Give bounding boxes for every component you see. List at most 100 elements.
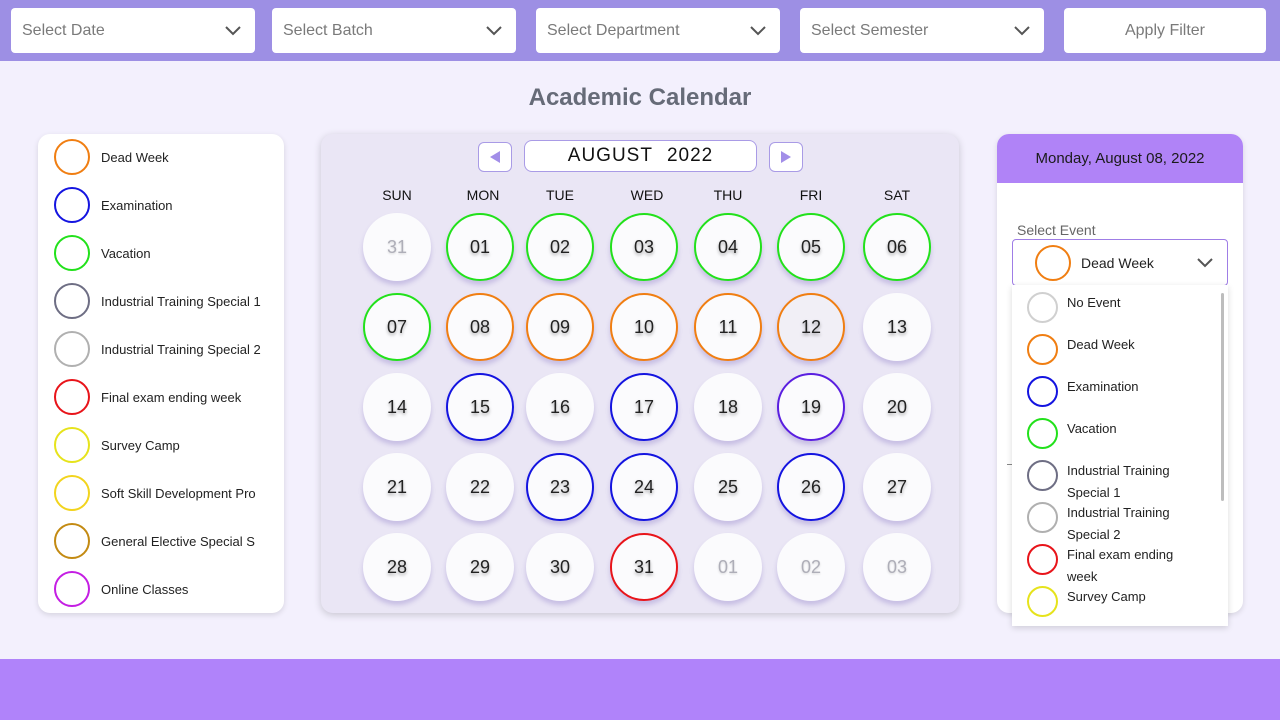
legend-color-icon	[54, 475, 90, 511]
legend-item: Vacation	[54, 235, 151, 271]
calendar-day[interactable]: 25	[694, 453, 762, 521]
chevron-down-icon	[1014, 25, 1030, 35]
event-option-label: Industrial Training Special 2	[1067, 505, 1170, 542]
legend-color-icon	[54, 139, 90, 175]
event-option[interactable]: Dead Week	[1027, 334, 1197, 365]
legend-item: Final exam ending week	[54, 379, 241, 415]
calendar-day[interactable]: 27	[863, 453, 931, 521]
legend-label: Soft Skill Development Pro	[101, 485, 256, 501]
calendar-day[interactable]: 11	[694, 293, 762, 361]
weekday-header: TUE	[546, 187, 574, 203]
legend-color-icon	[54, 379, 90, 415]
calendar-day[interactable]: 04	[694, 213, 762, 281]
apply-filter-button[interactable]: Apply Filter	[1064, 8, 1266, 53]
event-option[interactable]: Final exam ending week	[1027, 544, 1197, 588]
calendar-day[interactable]: 19	[777, 373, 845, 441]
calendar-day[interactable]: 30	[526, 533, 594, 601]
calendar-day[interactable]: 05	[777, 213, 845, 281]
event-option[interactable]: Industrial Training Special 2	[1027, 502, 1197, 546]
calendar-day[interactable]: 09	[526, 293, 594, 361]
event-option[interactable]: Vacation	[1027, 418, 1197, 449]
semester-select[interactable]: Select Semester	[800, 8, 1044, 53]
legend-item: Industrial Training Special 1	[54, 283, 261, 319]
triangle-left-icon	[490, 151, 500, 163]
chevron-down-icon	[486, 25, 502, 35]
department-select[interactable]: Select Department	[536, 8, 780, 53]
legend-label: Dead Week	[101, 149, 169, 165]
calendar-day[interactable]: 21	[363, 453, 431, 521]
calendar-day[interactable]: 20	[863, 373, 931, 441]
legend-label: Industrial Training Special 1	[101, 293, 261, 309]
calendar-day[interactable]: 31	[610, 533, 678, 601]
calendar-day[interactable]: 03	[610, 213, 678, 281]
calendar-day[interactable]: 08	[446, 293, 514, 361]
semester-select-label: Select Semester	[811, 21, 929, 39]
month-year-display: AUGUST 2022	[524, 140, 757, 172]
calendar-day[interactable]: 06	[863, 213, 931, 281]
legend-label: Online Classes	[101, 581, 189, 597]
legend-item: General Elective Special S	[54, 523, 255, 559]
chevron-down-icon	[1197, 258, 1213, 268]
event-option-color-icon	[1027, 418, 1058, 449]
event-dropdown-list: No Event Dead Week Examination Vacation Indu…	[1012, 285, 1228, 626]
event-option[interactable]: Survey Camp	[1027, 586, 1197, 617]
legend-color-icon	[54, 571, 90, 607]
calendar-day[interactable]: 29	[446, 533, 514, 601]
calendar-day[interactable]: 16	[526, 373, 594, 441]
event-option-label: Survey Camp	[1067, 589, 1146, 604]
page-title: Academic Calendar	[528, 84, 752, 111]
legend-item: Examination	[54, 187, 173, 223]
calendar-day[interactable]: 22	[446, 453, 514, 521]
calendar-day[interactable]: 10	[610, 293, 678, 361]
calendar-day[interactable]: 17	[610, 373, 678, 441]
legend-color-icon	[54, 427, 90, 463]
calendar-day[interactable]: 26	[777, 453, 845, 521]
legend-label: Survey Camp	[101, 437, 180, 453]
event-option-color-icon	[1027, 292, 1058, 323]
select-event-label: Select Event	[1017, 222, 1096, 238]
chevron-down-icon	[225, 25, 241, 35]
batch-select[interactable]: Select Batch	[272, 8, 516, 53]
event-legend: Dead Week Examination Vacation Industrial T…	[38, 134, 284, 613]
calendar-day[interactable]: 14	[363, 373, 431, 441]
calendar-day[interactable]: 01	[446, 213, 514, 281]
event-option-color-icon	[1027, 586, 1058, 617]
event-option-color-icon	[1027, 502, 1058, 533]
previous-month-button[interactable]	[478, 142, 512, 172]
legend-item: Industrial Training Special 2	[54, 331, 261, 367]
calendar-panel: AUGUST 2022 SUN MON TUE WED THU FRI SAT 31 01 02 0…	[321, 134, 959, 613]
calendar-day[interactable]: 24	[610, 453, 678, 521]
selected-date-heading: Monday, August 08, 2022	[997, 134, 1243, 183]
calendar-day[interactable]: 23	[526, 453, 594, 521]
calendar-day[interactable]: 01	[694, 533, 762, 601]
calendar-day[interactable]: 31	[363, 213, 431, 281]
calendar-day[interactable]: 18	[694, 373, 762, 441]
calendar-day[interactable]: 28	[363, 533, 431, 601]
next-month-button[interactable]	[769, 142, 803, 172]
batch-select-label: Select Batch	[283, 21, 373, 39]
event-option[interactable]: Examination	[1027, 376, 1197, 407]
selected-event-label: Dead Week	[1081, 254, 1154, 271]
calendar-day[interactable]: 07	[363, 293, 431, 361]
calendar-day[interactable]: 02	[526, 213, 594, 281]
filter-bar: Select Date Select Batch Select Departme…	[0, 0, 1280, 61]
event-option-color-icon	[1027, 544, 1058, 575]
calendar-day[interactable]: 02	[777, 533, 845, 601]
legend-label: Examination	[101, 197, 173, 213]
date-select[interactable]: Select Date	[11, 8, 255, 53]
calendar-day[interactable]: 12	[777, 293, 845, 361]
legend-color-icon	[54, 523, 90, 559]
year-label: 2022	[666, 145, 714, 166]
legend-item: Soft Skill Development Pro	[54, 475, 256, 511]
event-select[interactable]: Dead Week	[1012, 239, 1228, 286]
legend-label: Final exam ending week	[101, 389, 242, 405]
calendar-day[interactable]: 15	[446, 373, 514, 441]
event-option[interactable]: No Event	[1027, 292, 1197, 323]
event-option-color-icon	[1027, 334, 1058, 365]
event-option[interactable]: Industrial Training Special 1	[1027, 460, 1197, 504]
weekday-header: THU	[713, 187, 743, 203]
calendar-day[interactable]: 13	[863, 293, 931, 361]
dropdown-scrollbar[interactable]	[1221, 293, 1224, 501]
calendar-day[interactable]: 03	[863, 533, 931, 601]
legend-item: Dead Week	[54, 139, 169, 175]
